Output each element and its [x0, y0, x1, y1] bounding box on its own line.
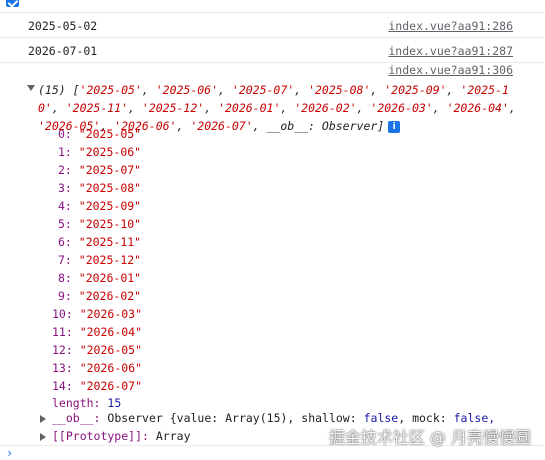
preview-item: '2025-07' [231, 83, 295, 97]
array-item-index: 11: [52, 325, 80, 339]
expand-right-icon[interactable] [40, 414, 46, 423]
preview-item: '2025-12' [141, 101, 205, 115]
preview-item: '2025-08' [308, 83, 371, 97]
log-source-link[interactable]: index.vue?aa91:287 [388, 44, 513, 58]
preview-item: '2026-02' [294, 101, 357, 115]
preview-item: '2026-04' [446, 101, 509, 115]
array-item: 8: "2026-01" [58, 269, 141, 287]
array-count: (15) [ [38, 83, 80, 97]
array-item-index: 4: [58, 199, 79, 213]
console-array-log-row: index.vue?aa91:306 (15) ['2025-05', '202… [0, 63, 545, 446]
array-item-value: "2026-02" [78, 289, 142, 303]
preview-item: '2025-11' [65, 101, 129, 115]
array-item-value: "2026-07" [79, 379, 143, 393]
array-item-index: 7: [58, 253, 79, 267]
ob-shallow: false [363, 411, 399, 425]
array-item-value: "2026-01" [78, 271, 142, 285]
array-item: 12: "2026-05" [52, 341, 142, 359]
array-item-value: "2025-10" [78, 217, 142, 231]
array-item-value: "2025-08" [78, 181, 142, 195]
console-log-row: 2025-05-02 index.vue?aa91:286 [0, 13, 545, 38]
ob-mock: false, [453, 411, 496, 425]
array-item: 3: "2025-08" [58, 179, 141, 197]
array-item-value: "2025-07" [78, 163, 142, 177]
array-item-index: 13: [52, 361, 80, 375]
array-item: 5: "2025-10" [58, 215, 141, 233]
array-item-index: 12: [52, 343, 80, 357]
array-item-value: "2026-03" [79, 307, 143, 321]
ob-mock-key: , mock: [398, 411, 447, 425]
array-item-value: "2025-09" [78, 199, 142, 213]
array-item-index: 6: [58, 235, 79, 249]
log-source-link[interactable]: index.vue?aa91:286 [388, 19, 513, 33]
array-item-index: 10: [52, 307, 80, 321]
array-item-value: "2025-05" [78, 127, 142, 141]
log-source-link[interactable]: index.vue?aa91:306 [388, 63, 513, 77]
console-filter-bar [0, 0, 545, 13]
length-value: 15 [107, 396, 122, 410]
array-item-value: "2026-05" [79, 343, 143, 357]
array-item: 10: "2026-03" [52, 305, 142, 323]
array-item: 14: "2026-07" [52, 377, 142, 395]
array-item-index: 5: [58, 217, 79, 231]
array-item: 2: "2025-07" [58, 161, 141, 179]
array-item-value: "2025-12" [78, 253, 142, 267]
array-item: 11: "2026-04" [52, 323, 142, 341]
array-item-value: "2026-06" [79, 361, 143, 375]
array-item: 13: "2026-06" [52, 359, 142, 377]
array-item: 1: "2025-06" [58, 143, 141, 161]
array-item-index: 1: [58, 145, 79, 159]
array-item-value: "2025-11" [78, 235, 142, 249]
array-item-index: 2: [58, 163, 79, 177]
log-message: 2026-07-01 [28, 44, 98, 58]
expand-triangle-icon[interactable] [27, 85, 35, 91]
array-item: 9: "2026-02" [58, 287, 141, 305]
console-log-row: 2026-07-01 index.vue?aa91:287 [0, 38, 545, 63]
array-item-index: 3: [58, 181, 79, 195]
array-item: 6: "2025-11" [58, 233, 141, 251]
array-item-index: 9: [58, 289, 79, 303]
array-item: 0: "2025-05" [58, 125, 141, 143]
info-icon[interactable]: i [388, 120, 401, 133]
array-item-index: 8: [58, 271, 79, 285]
preview-item: '2025-06' [155, 83, 219, 97]
array-item-value: "2026-04" [79, 325, 143, 339]
log-message: 2025-05-02 [28, 19, 98, 33]
preview-item: '2025-05' [79, 83, 142, 97]
preview-item: '2025-09' [384, 83, 447, 97]
array-item-index: 0: [58, 127, 79, 141]
expand-right-icon[interactable] [40, 432, 46, 441]
preview-item: '2026-03' [370, 101, 433, 115]
checkbox-icon[interactable] [6, 0, 19, 7]
watermark: 掘金技术社区 @ 月亮慢慢圆 [328, 428, 531, 447]
array-item: 4: "2025-09" [58, 197, 141, 215]
preview-item: '2026-01' [218, 101, 281, 115]
preview-tail: __ob__: Observer] [266, 119, 385, 133]
prototype-property[interactable]: [[Prototype]]: Array [40, 427, 191, 445]
preview-item: '2026-07' [190, 119, 253, 133]
array-item: 7: "2025-12" [58, 251, 141, 269]
array-item-index: 14: [52, 379, 80, 393]
prototype-value: Array [155, 429, 191, 443]
ob-key: __ob__: [52, 411, 101, 425]
ob-value: Observer {value: Array(15), shallow: [107, 411, 357, 425]
prototype-key: [[Prototype]]: [52, 429, 149, 443]
array-item-value: "2025-06" [78, 145, 142, 159]
length-key: length: [52, 396, 101, 410]
